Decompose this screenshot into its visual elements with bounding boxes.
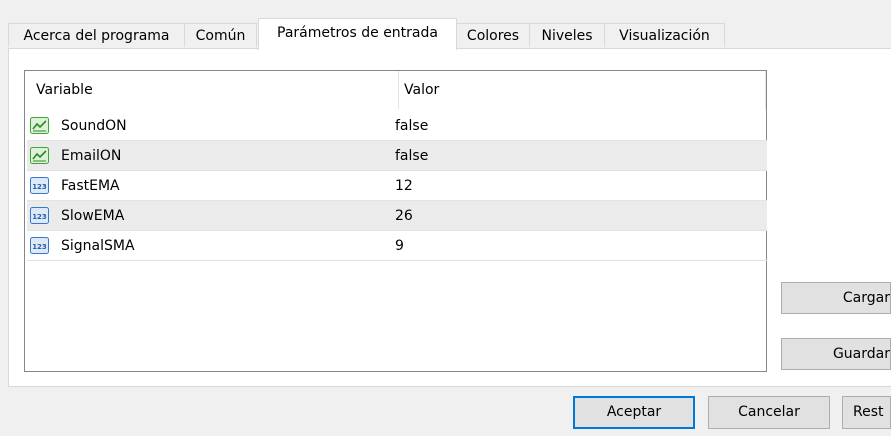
boolean-icon (30, 147, 49, 164)
variable-name: EmailON (61, 148, 122, 164)
variable-value[interactable]: 12 (395, 171, 413, 201)
tab-strip: Acerca del programa Común Parámetros de … (0, 0, 891, 50)
tab-colors[interactable]: Colores (456, 23, 530, 47)
table-row[interactable]: EmailON false (27, 141, 767, 171)
column-header-value[interactable]: Valor (404, 71, 439, 109)
integer-icon (30, 237, 49, 254)
cancel-button[interactable]: Cancelar (708, 396, 830, 429)
tab-input-parameters[interactable]: Parámetros de entrada (258, 18, 457, 50)
column-divider[interactable] (398, 71, 399, 109)
load-button[interactable]: Cargar (781, 282, 891, 314)
table-row[interactable]: FastEMA 12 (27, 171, 767, 201)
integer-icon (30, 207, 49, 224)
parameters-list[interactable]: Variable Valor SoundON false EmailON fal… (24, 70, 767, 372)
list-header: Variable Valor (25, 71, 766, 109)
variable-value[interactable]: 26 (395, 201, 413, 231)
table-row[interactable]: SlowEMA 26 (27, 201, 767, 231)
variable-name: FastEMA (61, 178, 120, 194)
variable-name: SignalSMA (61, 238, 135, 254)
tab-common[interactable]: Común (184, 23, 257, 47)
tab-levels[interactable]: Niveles (529, 23, 605, 47)
tab-visualization[interactable]: Visualización (604, 23, 725, 47)
variable-value[interactable]: 9 (395, 231, 404, 261)
column-header-variable[interactable]: Variable (36, 71, 93, 109)
accept-button[interactable]: Aceptar (573, 396, 695, 429)
tab-about[interactable]: Acerca del programa (8, 23, 185, 47)
save-button[interactable]: Guardar (781, 338, 891, 370)
variable-value[interactable]: false (395, 111, 428, 141)
table-row[interactable]: SignalSMA 9 (27, 231, 767, 261)
variable-name: SlowEMA (61, 208, 125, 224)
variable-value[interactable]: false (395, 141, 428, 171)
integer-icon (30, 177, 49, 194)
boolean-icon (30, 117, 49, 134)
reset-button[interactable]: Rest (842, 396, 891, 429)
variable-name: SoundON (61, 118, 127, 134)
table-row[interactable]: SoundON false (27, 111, 767, 141)
column-divider (765, 71, 766, 109)
